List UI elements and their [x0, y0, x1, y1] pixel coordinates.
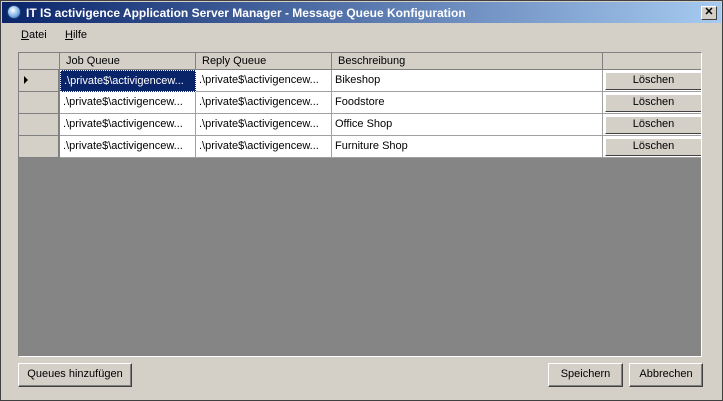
- row-header[interactable]: [19, 70, 59, 92]
- row-header[interactable]: [19, 114, 59, 136]
- description-cell[interactable]: Bikeshop: [332, 70, 603, 92]
- app-globe-icon: [7, 5, 21, 19]
- menu-hilfe[interactable]: Hilfe: [65, 29, 87, 41]
- table-row[interactable]: .\private$\activigencew... .\private$\ac…: [19, 114, 701, 136]
- table-row[interactable]: .\private$\activigencew... .\private$\ac…: [19, 92, 701, 114]
- job-queue-cell[interactable]: .\private$\activigencew...: [60, 92, 196, 114]
- reply-queue-cell[interactable]: .\private$\activigencew...: [196, 92, 332, 114]
- description-cell[interactable]: Foodstore: [332, 92, 603, 114]
- menu-hilfe-label: ilfe: [72, 29, 88, 41]
- delete-button[interactable]: Löschen: [605, 116, 701, 134]
- queue-grid[interactable]: Job Queue Reply Queue Beschreibung .\pri…: [18, 52, 702, 357]
- reply-queue-cell[interactable]: .\private$\activigencew...: [196, 136, 332, 158]
- column-header-beschreibung[interactable]: Beschreibung: [332, 53, 603, 70]
- menu-hilfe-accel: H: [65, 29, 73, 41]
- job-queue-cell[interactable]: .\private$\activigencew...: [60, 70, 196, 92]
- table-row[interactable]: .\private$\activigencew... .\private$\ac…: [19, 70, 701, 92]
- row-header-corner: [19, 53, 60, 70]
- description-cell[interactable]: Office Shop: [332, 114, 603, 136]
- column-header-reply-queue[interactable]: Reply Queue: [196, 53, 332, 70]
- row-pointer-icon: [24, 76, 28, 84]
- reply-queue-cell[interactable]: .\private$\activigencew...: [196, 114, 332, 136]
- menu-datei-accel: D: [21, 29, 29, 41]
- save-button[interactable]: Speichern: [548, 363, 623, 387]
- delete-cell: Löschen: [603, 92, 701, 114]
- cancel-button[interactable]: Abbrechen: [629, 363, 703, 387]
- table-row[interactable]: .\private$\activigencew... .\private$\ac…: [19, 136, 701, 158]
- delete-cell: Löschen: [603, 136, 701, 158]
- row-header[interactable]: [19, 136, 59, 158]
- description-cell[interactable]: Furniture Shop: [332, 136, 603, 158]
- delete-cell: Löschen: [603, 70, 701, 92]
- title-bar[interactable]: IT IS activigence Application Server Man…: [2, 2, 721, 23]
- window-title: IT IS activigence Application Server Man…: [26, 6, 466, 20]
- grid-header: Job Queue Reply Queue Beschreibung: [19, 53, 701, 70]
- close-button[interactable]: ✕: [701, 6, 717, 20]
- close-icon: ✕: [704, 6, 714, 18]
- delete-button[interactable]: Löschen: [605, 72, 701, 90]
- delete-cell: Löschen: [603, 114, 701, 136]
- menu-datei[interactable]: Datei: [21, 29, 47, 41]
- row-header[interactable]: [19, 92, 59, 114]
- add-queues-button[interactable]: Queues hinzufügen: [18, 363, 132, 387]
- reply-queue-cell[interactable]: .\private$\activigencew...: [196, 70, 332, 92]
- column-header-job-queue[interactable]: Job Queue: [60, 53, 196, 70]
- menu-datei-label: atei: [28, 29, 47, 41]
- menu-bar: Datei Hilfe: [2, 25, 721, 45]
- delete-button[interactable]: Löschen: [605, 94, 701, 112]
- message-queue-window: IT IS activigence Application Server Man…: [0, 0, 723, 401]
- column-header-actions[interactable]: [603, 53, 701, 70]
- job-queue-cell[interactable]: .\private$\activigencew...: [60, 114, 196, 136]
- job-queue-cell[interactable]: .\private$\activigencew...: [60, 136, 196, 158]
- delete-button[interactable]: Löschen: [605, 138, 701, 156]
